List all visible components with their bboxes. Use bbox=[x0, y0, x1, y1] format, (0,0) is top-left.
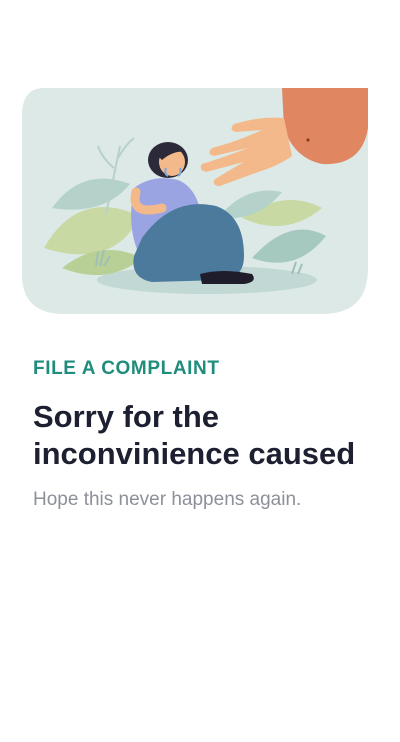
complaint-illustration bbox=[22, 88, 368, 314]
page-subtitle: Hope this never happens again. bbox=[33, 489, 302, 510]
section-eyebrow: FILE A COMPLAINT bbox=[33, 358, 220, 379]
page-title: Sorry for the inconvinience caused bbox=[33, 399, 356, 471]
